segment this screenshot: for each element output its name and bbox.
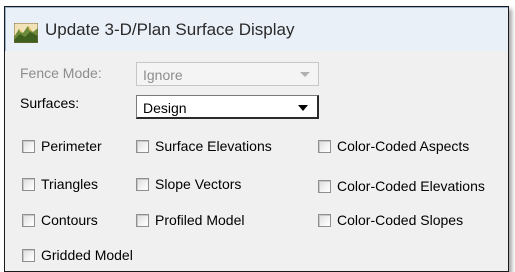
update-surface-display-dialog: Update 3-D/Plan Surface Display Fence Mo… [4, 6, 509, 272]
color-coded-elevations-label: Color-Coded Elevations [337, 178, 485, 194]
perimeter-label: Perimeter [41, 138, 102, 154]
gridded-model-checkbox[interactable]: Gridded Model [22, 245, 133, 265]
perimeter-checkbox[interactable]: Perimeter [22, 136, 102, 156]
terrain-surface-icon [13, 22, 39, 44]
chevron-down-icon [300, 72, 310, 77]
checkbox-box[interactable] [136, 177, 149, 191]
checkbox-box[interactable] [22, 139, 35, 153]
fence-mode-label: Fence Mode: [20, 65, 102, 81]
checkbox-box[interactable] [136, 213, 149, 227]
profiled-model-checkbox[interactable]: Profiled Model [136, 210, 245, 230]
checkbox-box[interactable] [318, 213, 331, 227]
checkbox-box[interactable] [22, 248, 35, 262]
window-title: Update 3-D/Plan Surface Display [45, 20, 295, 39]
surfaces-label: Surfaces: [20, 95, 80, 111]
screen-background: Update 3-D/Plan Surface Display Fence Mo… [0, 0, 515, 272]
triangles-label: Triangles [41, 176, 99, 192]
checkbox-box[interactable] [318, 139, 331, 153]
surfaces-dropdown[interactable]: Design [136, 95, 319, 119]
checkbox-box[interactable] [22, 213, 35, 227]
gridded-model-label: Gridded Model [41, 247, 133, 263]
checkbox-box[interactable] [136, 139, 149, 153]
surfaces-value: Design [143, 100, 187, 116]
color-coded-slopes-checkbox[interactable]: Color-Coded Slopes [318, 210, 463, 230]
surface-elevations-label: Surface Elevations [155, 138, 272, 154]
profiled-model-label: Profiled Model [155, 212, 245, 228]
contours-checkbox[interactable]: Contours [22, 210, 98, 230]
chevron-down-icon [298, 105, 308, 111]
color-coded-slopes-label: Color-Coded Slopes [337, 212, 464, 228]
fence-mode-value: Ignore [143, 67, 183, 83]
color-coded-elevations-checkbox[interactable]: Color-Coded Elevations [318, 176, 485, 196]
checkbox-box[interactable] [318, 179, 331, 193]
contours-label: Contours [41, 212, 98, 228]
checkbox-box[interactable] [22, 177, 35, 191]
fence-mode-dropdown[interactable]: Ignore [136, 62, 319, 86]
triangles-checkbox[interactable]: Triangles [22, 174, 98, 194]
color-coded-aspects-label: Color-Coded Aspects [337, 138, 470, 154]
color-coded-aspects-checkbox[interactable]: Color-Coded Aspects [318, 136, 469, 156]
slope-vectors-checkbox[interactable]: Slope Vectors [136, 174, 241, 194]
surface-elevations-checkbox[interactable]: Surface Elevations [136, 136, 272, 156]
title-bar[interactable]: Update 3-D/Plan Surface Display [5, 7, 508, 51]
slope-vectors-label: Slope Vectors [155, 176, 242, 192]
